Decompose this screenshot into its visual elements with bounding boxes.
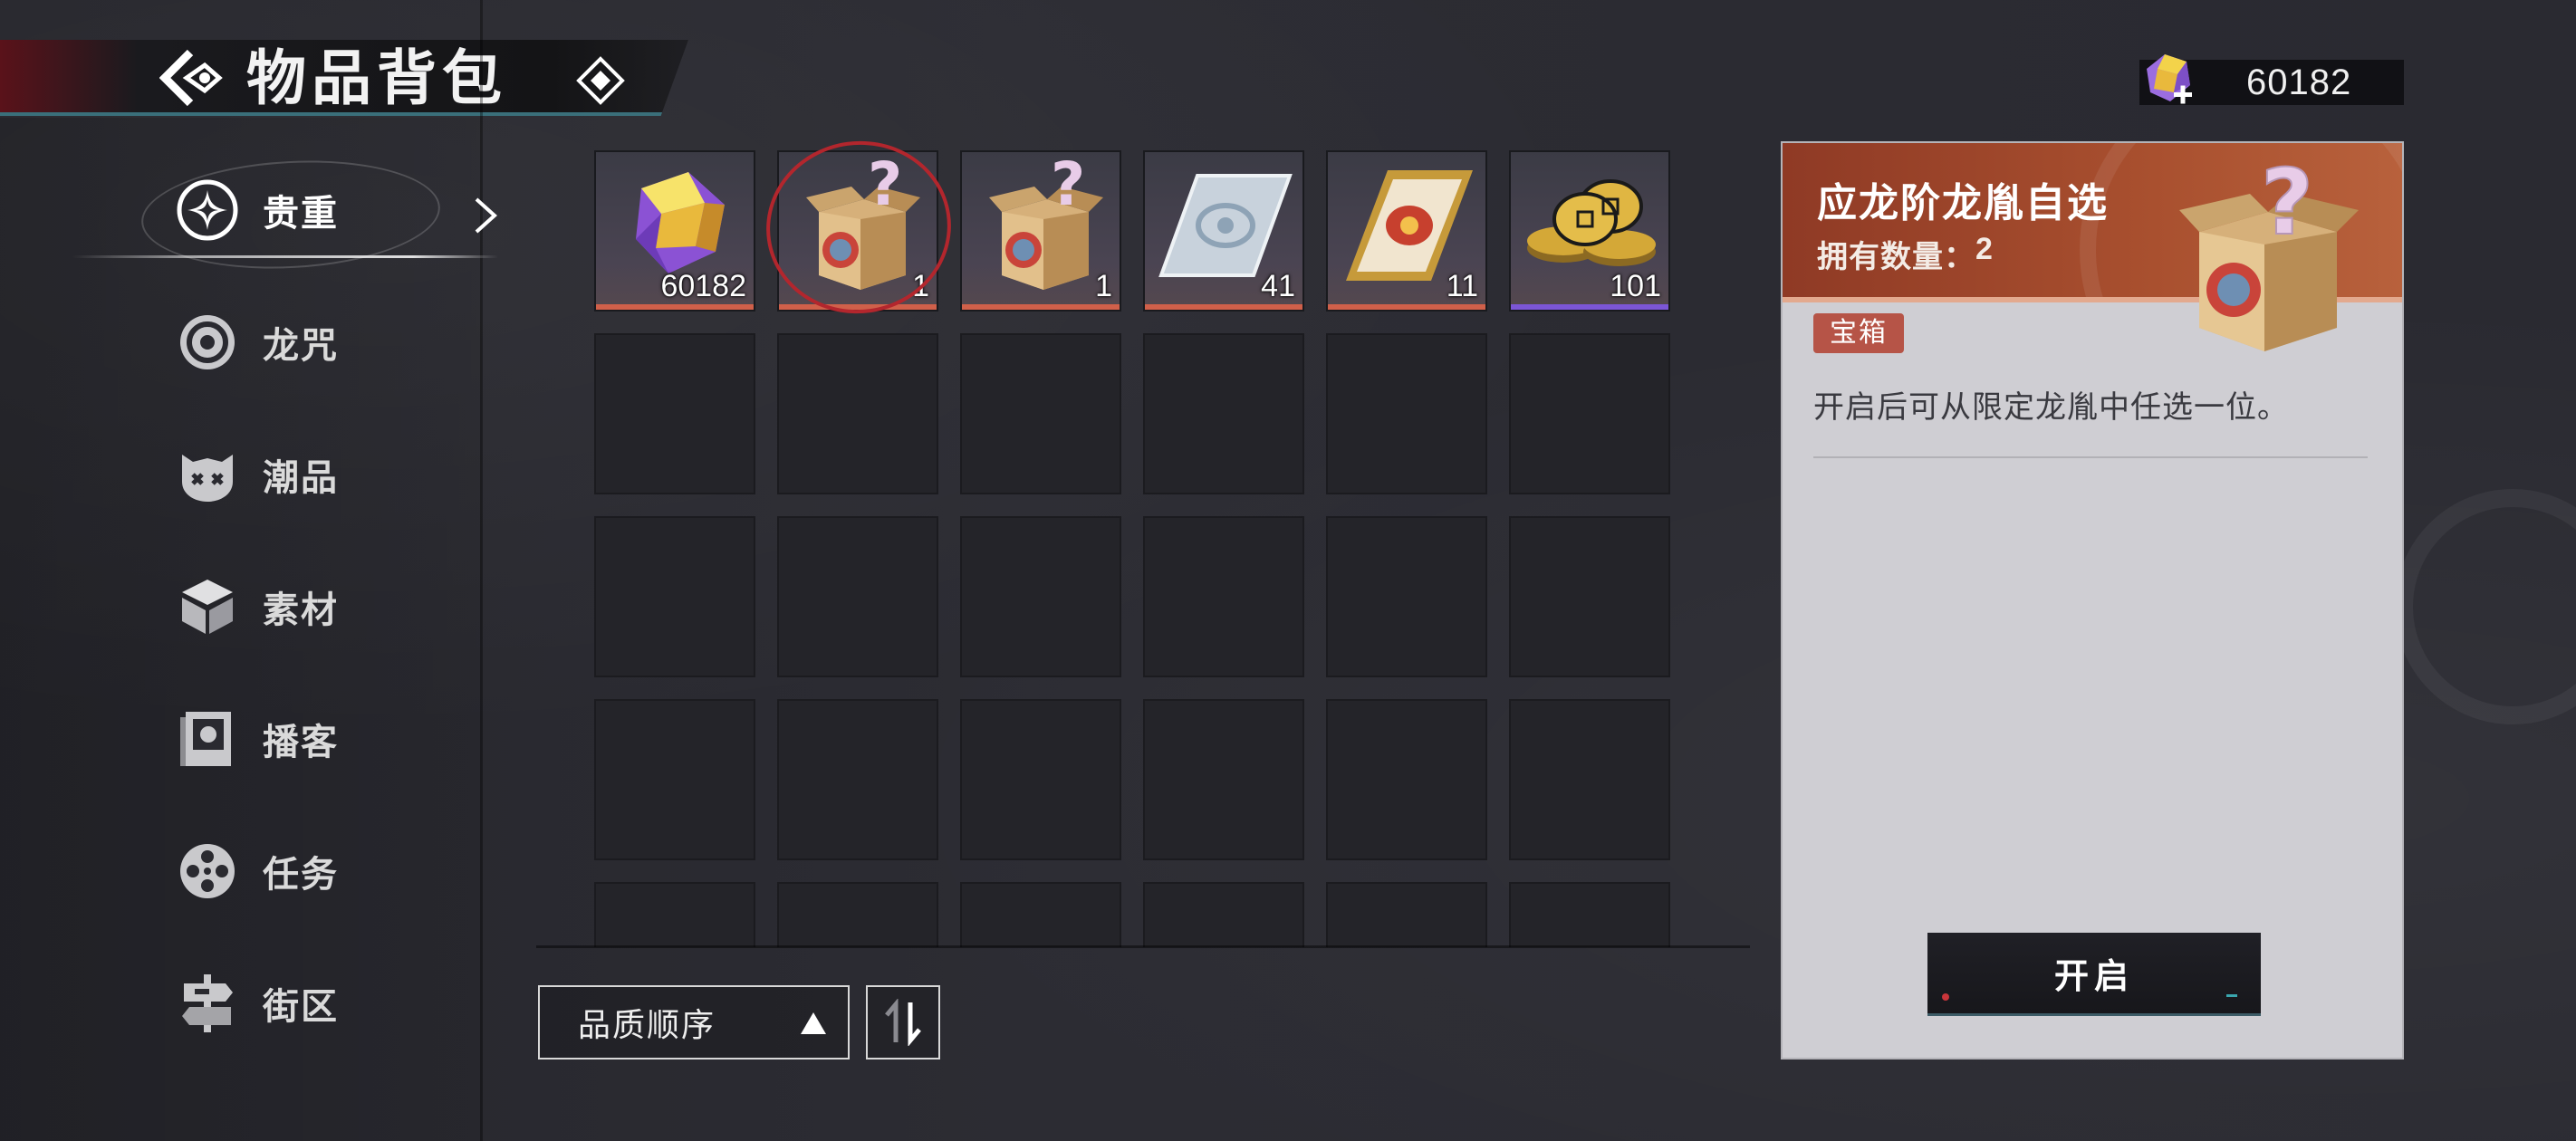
grid-divider [536, 945, 1750, 948]
background-decoration [2494, 244, 2576, 516]
sort-arrows-icon [885, 999, 921, 1046]
sidebar-item-valuables[interactable]: 贵重 [172, 165, 471, 255]
back-button[interactable] [156, 45, 226, 110]
item-quantity: 1 [1095, 269, 1112, 303]
empty-slot [1326, 516, 1487, 677]
owned-label: 拥有数量： [1817, 240, 1975, 274]
sidebar-item-dragon-curse[interactable]: 龙咒 [172, 297, 471, 388]
svg-text:?: ? [868, 158, 902, 219]
empty-slot [594, 699, 755, 860]
back-arrow-icon [159, 49, 223, 107]
inventory-slot[interactable]: 101 [1509, 150, 1670, 312]
sidebar-item-label: 播客 [263, 721, 339, 763]
svg-text:?: ? [2261, 158, 2313, 255]
sort-order-toggle[interactable] [866, 985, 940, 1060]
empty-slot [1143, 882, 1304, 947]
sidebar-item-label: 任务 [263, 853, 339, 896]
empty-slot [1326, 882, 1487, 947]
sidebar-item-podcast[interactable]: 播客 [172, 694, 471, 784]
empty-slot [1143, 333, 1304, 494]
svg-text:?: ? [1051, 158, 1085, 219]
sidebar-item-label: 潮品 [263, 456, 339, 499]
mask-icon [172, 439, 243, 510]
empty-slot [1326, 333, 1487, 494]
mystery-box-icon: ? [989, 158, 1103, 290]
inventory-slot[interactable]: 60182 [594, 150, 755, 312]
owned-value: 2 [1975, 232, 1994, 266]
chevron-right-icon [475, 197, 497, 234]
empty-slot [594, 333, 755, 494]
inventory-slot[interactable]: ? 1 [777, 150, 938, 312]
sidebar-item-materials[interactable]: 素材 [172, 561, 471, 652]
page-title: 物品背包 [246, 43, 507, 113]
empty-slot [594, 516, 755, 677]
photo-card-icon [172, 704, 243, 774]
item-quantity: 60182 [660, 269, 746, 303]
button-accent [2226, 994, 2237, 997]
sort-label: 品质顺序 [578, 1006, 716, 1043]
mystery-box-icon: ? [2179, 158, 2359, 351]
empty-slot [594, 882, 755, 947]
empty-slot [777, 699, 938, 860]
empty-slot [960, 516, 1121, 677]
item-quantity: 41 [1261, 269, 1295, 303]
item-type-tag: 宝箱 [1813, 313, 1904, 353]
active-indicator-line [72, 255, 498, 258]
divider [1813, 456, 2368, 458]
empty-slot [1509, 882, 1670, 947]
gem-plus-icon[interactable] [2138, 49, 2199, 110]
inventory-grid: 60182 ? 1 ? 1 41 11 101 [536, 141, 1750, 947]
spiral-icon [172, 307, 243, 378]
film-reel-icon [172, 836, 243, 906]
empty-slot [777, 516, 938, 677]
empty-slot [960, 699, 1121, 860]
item-quantity: 1 [912, 269, 929, 303]
empty-slot [1143, 699, 1304, 860]
sidebar-item-label: 龙咒 [263, 324, 339, 367]
sidebar-item-trendy[interactable]: 潮品 [172, 429, 471, 520]
inventory-slot[interactable]: ? 1 [960, 150, 1121, 312]
empty-slot [777, 882, 938, 947]
currency-value: 60182 [2246, 62, 2352, 102]
inventory-slot[interactable]: 41 [1143, 150, 1304, 312]
empty-slot [960, 882, 1121, 947]
sparkle-icon [172, 175, 243, 245]
sidebar-item-label: 贵重 [263, 192, 339, 235]
item-description: 开启后可从限定龙胤中任选一位。 [1813, 390, 2289, 425]
empty-slot [1509, 333, 1670, 494]
owned-count: 拥有数量： 2 [1817, 232, 1994, 276]
inventory-slot[interactable]: 11 [1326, 150, 1487, 312]
open-button-label: 开启 [2053, 955, 2134, 996]
sidebar-item-tasks[interactable]: 任务 [172, 826, 471, 916]
mystery-box-icon: ? [806, 158, 920, 290]
sort-dropdown[interactable]: 品质顺序 [538, 985, 850, 1060]
item-quantity: 11 [1446, 269, 1478, 303]
sidebar-item-district[interactable]: 街区 [172, 958, 471, 1049]
empty-slot [1509, 516, 1670, 677]
diamond-icon [576, 56, 625, 105]
sidebar-divider [480, 0, 483, 1141]
item-quantity: 101 [1610, 269, 1661, 303]
empty-slot [1143, 516, 1304, 677]
detail-title: 应龙阶龙胤自选 [1817, 180, 2109, 226]
triangle-up-icon [801, 1012, 826, 1034]
empty-slot [960, 333, 1121, 494]
empty-slot [1509, 699, 1670, 860]
button-accent [1942, 993, 1949, 1001]
sidebar-item-label: 街区 [263, 985, 339, 1028]
open-button[interactable]: 开启 [1927, 933, 2261, 1016]
sidebar-item-label: 素材 [263, 589, 339, 631]
street-sign-icon [172, 968, 243, 1039]
empty-slot [777, 333, 938, 494]
empty-slot [1326, 699, 1487, 860]
cube-icon [172, 571, 243, 642]
